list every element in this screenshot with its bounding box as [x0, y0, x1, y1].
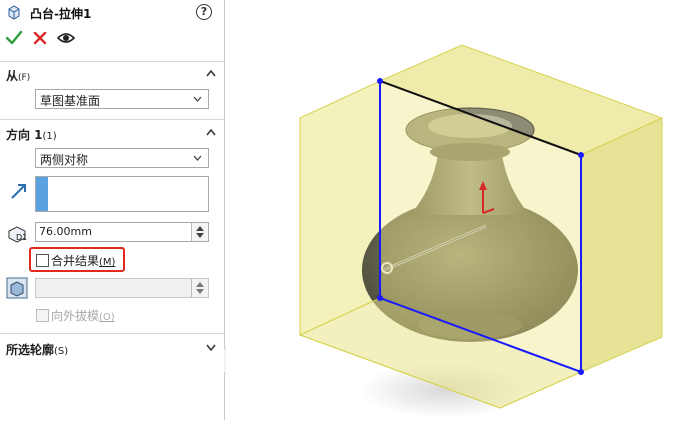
svg-text:D1: D1	[16, 233, 27, 242]
extrude-preview-left-face	[299, 80, 381, 336]
stepper-down-icon[interactable]	[196, 233, 204, 238]
sketch-vertex	[578, 152, 584, 158]
graphics-viewport[interactable]	[226, 0, 678, 420]
divider	[0, 333, 224, 334]
from-section-title: 从(F)	[6, 69, 31, 83]
property-manager-panel: 凸台-拉伸1 ? 从(F) 草图基准面 方向 1(1) 两侧对称 D1 76.0…	[0, 0, 225, 420]
ok-check-icon[interactable]	[4, 28, 24, 48]
depth-dimension-icon: D1	[8, 226, 27, 243]
from-start-condition-select[interactable]: 草图基准面	[35, 89, 209, 109]
boss-extrude-icon	[8, 5, 20, 20]
cancel-x-icon[interactable]	[30, 28, 50, 48]
stepper-up-icon[interactable]	[196, 282, 204, 287]
depth-value: 76.00mm	[39, 225, 92, 238]
direction1-section-title: 方向 1(1)	[6, 128, 57, 142]
sketch-vertex	[377, 295, 383, 301]
selected-contours-title: 所选轮廓(S)	[6, 343, 69, 357]
reverse-direction-arrow-icon[interactable]	[8, 180, 30, 202]
draft-toggle-icon[interactable]	[6, 277, 28, 299]
stepper-up-icon[interactable]	[196, 226, 204, 231]
extrude-preview-right-face	[580, 117, 663, 373]
draft-outward-checkbox[interactable]	[36, 309, 49, 322]
expand-caret-icon[interactable]	[206, 343, 216, 351]
end-condition-value: 两侧对称	[40, 153, 89, 167]
direction-reference-selection-box[interactable]	[35, 176, 209, 212]
feature-title: 凸台-拉伸1	[30, 7, 92, 21]
depth-input[interactable]: 76.00mm	[35, 222, 209, 242]
feature-actions	[4, 28, 104, 50]
draft-angle-stepper[interactable]	[191, 279, 208, 297]
selected-contours-section-header[interactable]: 所选轮廓(S)	[6, 340, 220, 358]
end-condition-select[interactable]: 两侧对称	[35, 148, 209, 168]
draft-outward-label: 向外拔模(O)	[51, 309, 115, 323]
preview-eye-icon[interactable]	[56, 28, 76, 48]
collapse-caret-icon[interactable]	[206, 69, 216, 77]
merge-result-label[interactable]: 合并结果(M)	[51, 252, 115, 269]
chevron-down-icon	[193, 155, 202, 161]
draft-angle-input[interactable]	[35, 278, 209, 298]
selection-box-active-indicator	[36, 177, 48, 211]
stepper-down-icon[interactable]	[196, 289, 204, 294]
collapse-caret-icon[interactable]	[206, 128, 216, 136]
model-preview-canvas[interactable]	[226, 0, 678, 420]
sketch-vertex	[578, 369, 584, 375]
divider	[0, 119, 224, 120]
help-icon[interactable]: ?	[196, 4, 212, 20]
direction1-section-header[interactable]: 方向 1(1)	[6, 125, 220, 143]
chevron-down-icon	[193, 96, 202, 102]
divider	[0, 61, 224, 62]
feature-title-row: 凸台-拉伸1 ?	[6, 3, 220, 23]
from-select-value: 草图基准面	[40, 94, 101, 108]
depth-stepper[interactable]	[191, 223, 208, 241]
merge-result-checkbox[interactable]	[36, 254, 49, 267]
from-section-header[interactable]: 从(F)	[6, 66, 220, 84]
sketch-vertex	[377, 78, 383, 84]
